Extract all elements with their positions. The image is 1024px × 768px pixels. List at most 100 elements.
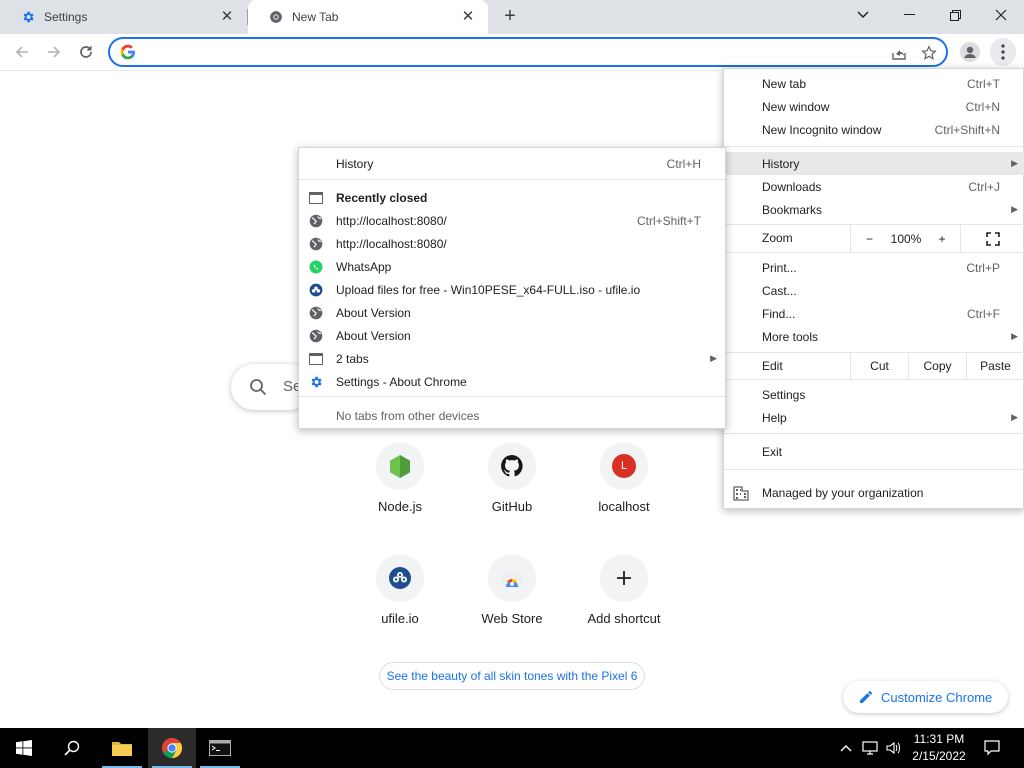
menu-item-more-tools[interactable]: More tools ▶ [724,325,1024,348]
whatsapp-icon [308,259,323,274]
taskbar-clock[interactable]: 11:31 PM 2/15/2022 [904,731,974,765]
file-explorer-icon[interactable] [98,728,146,768]
history-item[interactable]: Settings - About Chrome [299,370,725,393]
network-icon[interactable] [860,738,880,758]
promo-link[interactable]: See the beauty of all skin tones with th… [379,662,645,690]
menu-label: WhatsApp [336,259,392,274]
menu-label: http://localhost:8080/ [336,213,447,228]
menu-item-cast[interactable]: Cast... [724,279,1024,302]
shortcut-web-store[interactable]: Web Store [456,554,568,654]
github-icon [488,442,536,490]
customize-label: Customize Chrome [881,689,993,705]
tab-strip: Settings ✕ New Tab ✕ + [0,0,1024,34]
shortcut-ufile[interactable]: ufile.io [344,554,456,654]
menu-shortcut: Ctrl+P [966,260,1000,275]
tab-new-tab[interactable]: New Tab ✕ [248,0,488,34]
menu-divider [724,252,1024,253]
submenu-arrow-icon: ▶ [710,353,717,363]
globe-icon [308,236,323,251]
menu-shortcut: Ctrl+N [965,99,1000,114]
menu-shortcut: Ctrl+Shift+T [636,213,701,228]
chrome-main-menu: New tab Ctrl+T New window Ctrl+N New Inc… [723,68,1024,509]
menu-label: About Version [336,305,411,320]
copy-button[interactable]: Copy [908,353,966,379]
address-bar[interactable] [108,37,948,67]
restore-icon[interactable] [932,0,978,30]
menu-item-print[interactable]: Print... Ctrl+P [724,256,1024,279]
menu-label: Zoom [762,231,793,245]
history-item[interactable]: 2 tabs ▶ [299,347,725,370]
back-arrow-icon[interactable] [8,38,36,66]
history-item[interactable]: About Version [299,301,725,324]
shortcut-add[interactable]: Add shortcut [568,554,680,654]
search-icon[interactable] [48,728,96,768]
history-item[interactable]: Upload files for free - Win10PESE_x64-FU… [299,278,725,301]
notification-icon[interactable] [982,738,1002,758]
submenu-arrow-icon: ▶ [1011,158,1018,168]
menu-label: 2 tabs [336,351,369,366]
volume-icon[interactable] [884,738,904,758]
tray-chevron-up-icon[interactable] [836,738,856,758]
gear-icon [20,9,36,25]
share-icon[interactable] [890,44,908,62]
customize-chrome-button[interactable]: Customize Chrome [843,681,1008,713]
chrome-icon [268,9,284,25]
chrome-menu-kebab-icon[interactable] [990,38,1016,66]
zoom-in-button[interactable]: + [924,225,960,252]
forward-arrow-icon[interactable] [40,38,68,66]
toolbar [0,34,1024,71]
windows-start-icon[interactable] [0,728,48,768]
submenu-arrow-icon: ▶ [1011,204,1018,214]
minimize-icon[interactable] [886,0,932,30]
shortcut-localhost[interactable]: L localhost [568,442,680,542]
history-item[interactable]: http://localhost:8080/ [299,232,725,255]
menu-item-exit[interactable]: Exit [724,440,1024,463]
bookmark-star-icon[interactable] [920,44,938,62]
menu-item-bookmarks[interactable]: Bookmarks ▶ [724,198,1024,221]
menu-label: Upload files for free - Win10PESE_x64-FU… [336,282,641,297]
zoom-out-button[interactable]: − [850,225,888,252]
shortcut-nodejs[interactable]: Node.js [344,442,456,542]
chrome-taskbar-icon[interactable] [148,728,196,768]
menu-item-settings[interactable]: Settings [724,383,1024,406]
reload-icon[interactable] [72,38,100,66]
history-item-history[interactable]: History Ctrl+H [299,152,725,175]
menu-label: Edit [762,359,783,373]
history-item[interactable]: About Version [299,324,725,347]
close-tab-icon[interactable]: ✕ [460,9,476,25]
tab-settings[interactable]: Settings ✕ [0,0,247,34]
profile-avatar-icon[interactable] [958,40,982,64]
paste-button[interactable]: Paste [966,353,1024,379]
menu-item-help[interactable]: Help ▶ [724,406,1024,429]
menu-item-find[interactable]: Find... Ctrl+F [724,302,1024,325]
menu-item-managed[interactable]: Managed by your organization [724,477,1024,509]
menu-label: About Version [336,328,411,343]
shortcut-github[interactable]: GitHub [456,442,568,542]
history-item[interactable]: http://localhost:8080/ Ctrl+Shift+T [299,209,725,232]
menu-label: Bookmarks [762,202,823,217]
menu-item-new-tab[interactable]: New tab Ctrl+T [724,72,1024,95]
menu-label: History [336,156,374,171]
history-item[interactable]: WhatsApp [299,255,725,278]
menu-item-new-window[interactable]: New window Ctrl+N [724,95,1024,118]
fullscreen-icon[interactable] [960,225,1024,252]
tab-search-chevron-icon[interactable] [840,0,886,30]
close-window-icon[interactable] [978,0,1024,30]
menu-divider [724,146,1024,147]
cut-button[interactable]: Cut [850,353,908,379]
menu-item-history[interactable]: History ▶ [724,152,1024,175]
webstore-icon [488,554,536,602]
menu-shortcut: Ctrl+H [666,156,701,171]
menu-item-new-incognito[interactable]: New Incognito window Ctrl+Shift+N [724,118,1024,141]
omnibox-input[interactable] [144,43,844,61]
close-tab-icon[interactable]: ✕ [219,9,235,25]
menu-item-downloads[interactable]: Downloads Ctrl+J [724,175,1024,198]
terminal-icon[interactable] [196,728,244,768]
clock-date: 2/15/2022 [912,749,966,763]
menu-divider [299,179,725,180]
history-no-tabs-note: No tabs from other devices [299,404,725,427]
menu-label: Help [762,410,787,425]
new-tab-plus-icon[interactable]: + [498,5,522,29]
globe-icon [308,305,323,320]
tab-title: Settings [44,10,88,24]
